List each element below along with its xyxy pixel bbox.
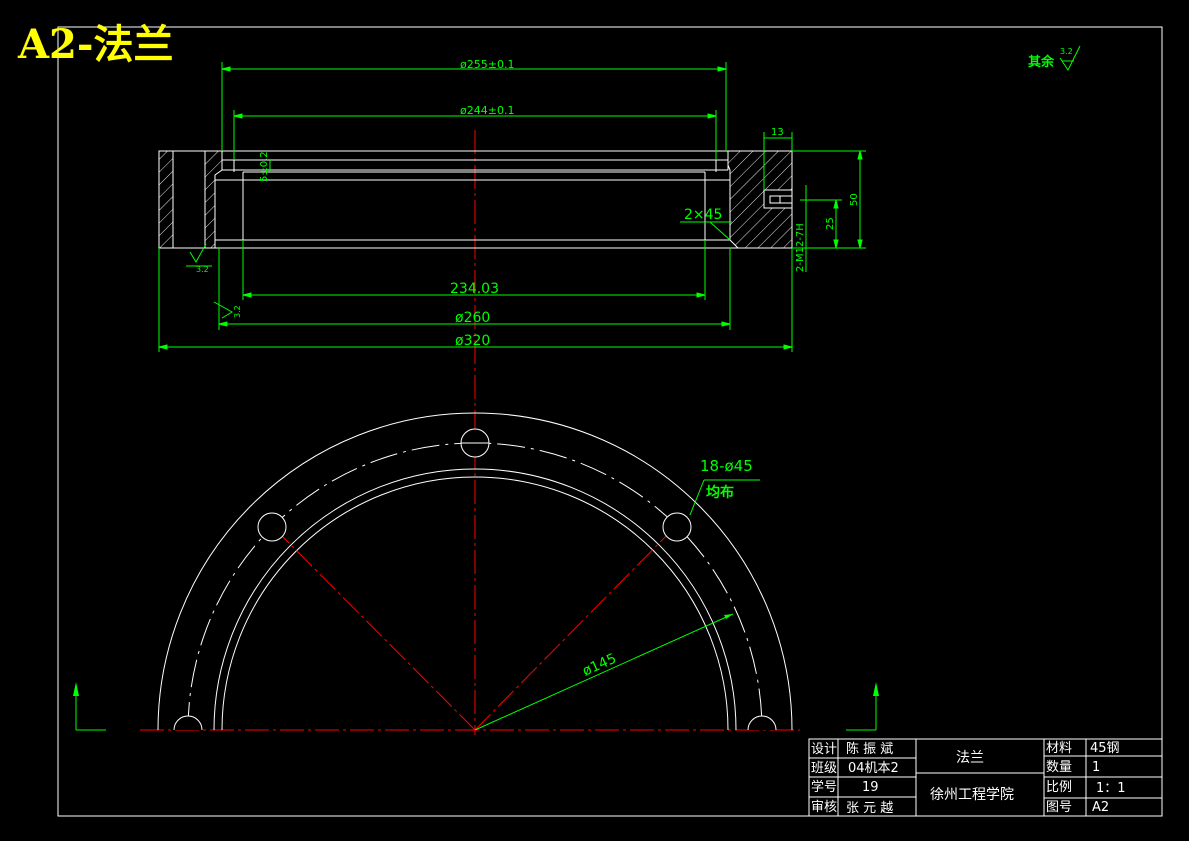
class-value: 04机本2 bbox=[848, 761, 899, 776]
review-value: 张 元 越 bbox=[846, 801, 893, 816]
hole-note: 均布 bbox=[706, 484, 734, 501]
bolt-hole-right bbox=[662, 512, 692, 542]
dim-groove: 5±0.2 bbox=[259, 151, 270, 182]
roughness-value-1: 3.2 bbox=[196, 265, 209, 274]
dim-h50: 50 bbox=[849, 193, 860, 206]
scale-value: 1：1 bbox=[1096, 781, 1126, 796]
section-view: ø255±0.1 ø244±0.1 234.03 ø260 ø320 2×45 … bbox=[158, 58, 866, 735]
student-no-value: 19 bbox=[862, 780, 879, 795]
dim-thread: 2-M12-7H bbox=[795, 223, 806, 272]
left-bore-recess bbox=[172, 150, 206, 249]
dim-chamfer: 2×45 bbox=[684, 207, 722, 223]
bolt-hole-right-half bbox=[747, 715, 777, 731]
pcd-label: ø145 bbox=[580, 651, 619, 680]
hole-callout: 18-ø45 bbox=[700, 457, 753, 475]
review-label: 审核 bbox=[811, 800, 837, 815]
material-value: 45钢 bbox=[1090, 741, 1120, 756]
dim-d320: ø320 bbox=[455, 333, 490, 349]
student-no-label: 学号 bbox=[811, 779, 837, 795]
dim-h25: 25 bbox=[825, 217, 836, 230]
dim-len234: 234.03 bbox=[450, 281, 499, 297]
dim-w13: 13 bbox=[771, 127, 784, 138]
engineering-drawing: A2-法兰 其余 3.2 ø255±0.1 ø244±0.1 234.03 ø2… bbox=[17, 21, 1163, 817]
qty-value: 1 bbox=[1092, 760, 1100, 775]
bolt-hole-left bbox=[257, 512, 287, 542]
part-name: 法兰 bbox=[956, 750, 984, 766]
qty-label: 数量 bbox=[1046, 760, 1072, 775]
section-arrow-right-icon bbox=[873, 682, 879, 696]
design-value: 陈 振 斌 bbox=[846, 741, 893, 757]
general-roughness-note: 其余 3.2 bbox=[1028, 45, 1081, 71]
bolt-hole-left-half bbox=[173, 715, 203, 731]
school-name: 徐州工程学院 bbox=[930, 787, 1014, 803]
roughness-mark-2: 3.2 bbox=[213, 301, 242, 319]
material-label: 材料 bbox=[1046, 741, 1072, 756]
class-label: 班级 bbox=[811, 761, 837, 776]
drawing-no-value: A2 bbox=[1092, 800, 1109, 815]
scale-label: 比例 bbox=[1046, 780, 1072, 795]
surface-note-label: 其余 bbox=[1028, 54, 1055, 70]
design-label: 设计 bbox=[811, 742, 837, 757]
plan-view: 18-ø45 均布 ø145 bbox=[73, 412, 879, 731]
roughness-value-2: 3.2 bbox=[233, 305, 242, 318]
drawing-no-label: 图号 bbox=[1046, 800, 1072, 815]
surface-note-value: 3.2 bbox=[1060, 47, 1073, 56]
threaded-hole-recess bbox=[763, 189, 793, 209]
dim-d255: ø255±0.1 bbox=[460, 58, 514, 71]
dim-d244: ø244±0.1 bbox=[460, 104, 514, 117]
roughness-symbol-icon bbox=[213, 301, 233, 319]
format-title: A2-法兰 bbox=[17, 21, 173, 68]
bolt-hole-top bbox=[460, 428, 490, 458]
dim-d260: ø260 bbox=[455, 310, 490, 326]
section-arrow-left-icon bbox=[73, 682, 79, 696]
